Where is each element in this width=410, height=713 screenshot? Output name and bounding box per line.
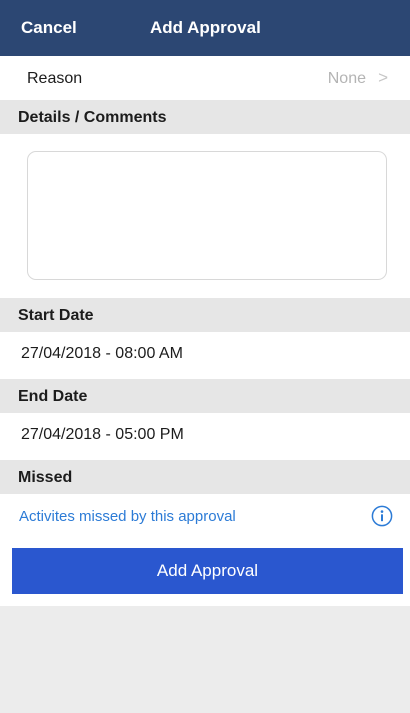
details-section-header: Details / Comments xyxy=(0,100,410,134)
end-date-row[interactable]: 27/04/2018 - 05:00 PM xyxy=(0,413,410,457)
end-date-section-header: End Date xyxy=(0,379,410,413)
chevron-right-icon: > xyxy=(378,68,388,87)
missed-header-label: Missed xyxy=(18,469,73,486)
reason-value: None xyxy=(327,70,366,87)
start-date-header-label: Start Date xyxy=(18,307,94,324)
start-date-row[interactable]: 27/04/2018 - 08:00 AM xyxy=(0,332,410,376)
comments-textarea[interactable] xyxy=(27,151,387,280)
missed-section-header: Missed xyxy=(0,460,410,494)
add-approval-button[interactable]: Add Approval xyxy=(12,548,403,594)
info-icon[interactable] xyxy=(371,505,393,527)
missed-activities-link[interactable]: Activites missed by this approval xyxy=(19,507,236,527)
end-date-header-label: End Date xyxy=(18,388,88,405)
reason-label: Reason xyxy=(27,70,83,87)
end-date-value: 27/04/2018 - 05:00 PM xyxy=(21,426,184,443)
add-approval-screen: Cancel Add Approval Reason None > Detail… xyxy=(0,0,410,713)
details-header-label: Details / Comments xyxy=(18,109,167,126)
page-title: Add Approval xyxy=(150,18,261,37)
reason-row[interactable]: Reason None > xyxy=(0,56,410,100)
navigation-bar: Cancel Add Approval xyxy=(0,0,410,56)
start-date-value: 27/04/2018 - 08:00 AM xyxy=(21,345,183,362)
start-date-section-header: Start Date xyxy=(0,298,410,332)
bottom-empty-area xyxy=(0,606,410,713)
cancel-button[interactable]: Cancel xyxy=(21,18,77,38)
